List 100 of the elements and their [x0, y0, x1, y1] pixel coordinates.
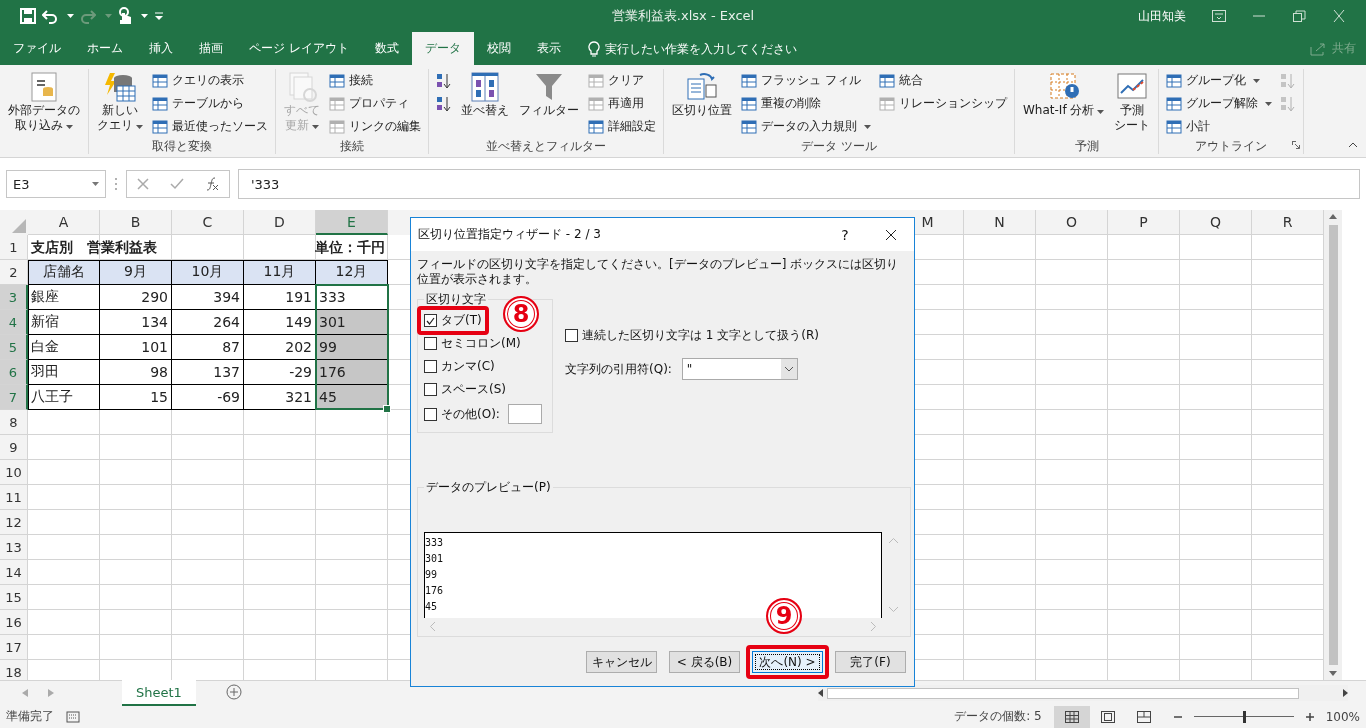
- column-header[interactable]: P: [1108, 210, 1180, 235]
- dialog-button[interactable]: 完了(F): [835, 651, 906, 673]
- caret-icon: [1097, 110, 1105, 114]
- up-arrow-icon: [1329, 214, 1337, 219]
- slider-thumb[interactable]: [1242, 710, 1246, 723]
- row-header[interactable]: 11: [0, 485, 28, 510]
- ribbon-button[interactable]: 外部データの 取り込み: [5, 69, 83, 138]
- column-header[interactable]: B: [100, 210, 172, 235]
- funnel-icon: [533, 71, 565, 103]
- row-header[interactable]: 5: [0, 335, 28, 360]
- tell-me-field[interactable]: 実行したい作業を入力してください: [604, 41, 845, 56]
- ribbon-tab[interactable]: ページ レイアウト: [236, 32, 362, 65]
- row-header[interactable]: 4: [0, 310, 28, 335]
- ribbon-button[interactable]: 統合: [877, 70, 1009, 91]
- previous-sheet-icon: [22, 689, 28, 697]
- ribbon-button[interactable]: テーブルから: [150, 93, 270, 114]
- row-header[interactable]: 16: [0, 610, 28, 635]
- ribbon-button[interactable]: 予測 シート: [1111, 69, 1154, 138]
- ribbon-tab[interactable]: 挿入: [136, 32, 186, 65]
- column-header[interactable]: Q: [1180, 210, 1252, 235]
- table-icon: [152, 72, 168, 89]
- row-header[interactable]: 9: [0, 435, 28, 460]
- ribbon-button[interactable]: 並べ替え: [458, 69, 512, 138]
- column-header[interactable]: A: [28, 210, 100, 235]
- caret-icon: [66, 125, 73, 129]
- row-header[interactable]: 13: [0, 535, 28, 560]
- ribbon-button[interactable]: クエリの表示: [150, 70, 270, 91]
- ribbon-tab[interactable]: 校閲: [473, 32, 524, 65]
- ribbon-button[interactable]: What-If 分析: [1020, 69, 1108, 138]
- row-header[interactable]: 17: [0, 635, 28, 660]
- dialog-button[interactable]: < 戻る(B): [669, 651, 740, 673]
- ribbon-button[interactable]: データの入力規則: [739, 116, 873, 137]
- checkbox[interactable]: その他(O):: [424, 405, 500, 423]
- ribbon-tab[interactable]: 表示: [523, 32, 574, 65]
- ribbon-button[interactable]: 重複の削除: [739, 93, 873, 114]
- table-cell: -29: [244, 360, 316, 385]
- ribbon-button[interactable]: 小計: [1164, 116, 1275, 137]
- row-header[interactable]: 6: [0, 360, 28, 385]
- ribbon-button[interactable]: 詳細設定: [586, 116, 658, 137]
- close-icon: [885, 228, 897, 241]
- dialog-launcher-icon: [1292, 141, 1301, 149]
- row-header[interactable]: 2: [0, 260, 28, 285]
- check-icon: [170, 178, 184, 190]
- row-header[interactable]: 15: [0, 585, 28, 610]
- ribbon-button[interactable]: 最近使ったソース: [150, 116, 270, 137]
- text-field[interactable]: [507, 404, 542, 424]
- checkbox[interactable]: 連続した区切り文字は 1 文字として扱う(R): [565, 327, 819, 344]
- column-header[interactable]: N: [964, 210, 1036, 235]
- ribbon-tab[interactable]: データ: [411, 32, 474, 65]
- table-cell: 394: [172, 285, 244, 310]
- table-icon: [741, 95, 757, 112]
- fill-handle[interactable]: [383, 405, 391, 413]
- column-header[interactable]: D: [244, 210, 316, 235]
- ribbon-button[interactable]: グループ解除: [1164, 93, 1275, 114]
- ribbon-tab[interactable]: 数式: [361, 32, 412, 65]
- row-header[interactable]: 8: [0, 410, 28, 435]
- row-header[interactable]: 7: [0, 385, 28, 410]
- row-header[interactable]: 14: [0, 560, 28, 585]
- checkbox[interactable]: カンマ(C): [424, 358, 546, 375]
- ribbon-tab[interactable]: ファイル: [0, 32, 74, 65]
- row-header[interactable]: 12: [0, 510, 28, 535]
- table-icon: [1166, 95, 1183, 112]
- row-header[interactable]: 10: [0, 460, 28, 485]
- table-cell: 白金: [28, 335, 100, 360]
- name-box[interactable]: E3: [6, 170, 106, 198]
- table-header-cell: 10月: [172, 260, 244, 285]
- column-header[interactable]: C: [172, 210, 244, 235]
- redo-icon: [80, 8, 96, 24]
- checkbox[interactable]: タブ(T): [424, 312, 482, 329]
- table-icon: [1166, 118, 1183, 135]
- preview-line: 301: [425, 552, 444, 566]
- ribbon-button[interactable]: グループ化: [1164, 70, 1275, 91]
- dialog-button[interactable]: キャンセル: [586, 651, 657, 673]
- vertical-scrollbar[interactable]: [1324, 210, 1342, 680]
- formula-field[interactable]: '333: [238, 169, 1360, 199]
- ribbon-tab[interactable]: 描画: [186, 32, 236, 65]
- table-icon: [879, 72, 895, 89]
- ribbon-tab[interactable]: ホーム: [74, 32, 136, 65]
- dropdown-field[interactable]: ": [681, 358, 798, 380]
- cancel-icon: [137, 178, 150, 190]
- ribbon-button[interactable]: 新しい クエリ: [94, 69, 146, 138]
- row-header[interactable]: 3: [0, 285, 28, 310]
- sort-icon: [469, 71, 501, 103]
- help-button[interactable]: ?: [822, 226, 868, 243]
- horizontal-scrollbar[interactable]: [818, 685, 1348, 701]
- column-header[interactable]: O: [1036, 210, 1108, 235]
- function-icon: [204, 177, 219, 191]
- table-cell: 98: [100, 360, 172, 385]
- checkbox[interactable]: スペース(S): [424, 381, 546, 398]
- column-header[interactable]: E: [316, 210, 388, 235]
- sheet-tab[interactable]: Sheet1: [122, 680, 196, 706]
- ribbon-button[interactable]: フィルター: [516, 69, 582, 138]
- ribbon-button[interactable]: フラッシュ フィル: [739, 70, 873, 91]
- zoom-level[interactable]: 100%: [1325, 709, 1360, 724]
- ribbon-button[interactable]: 接続: [327, 70, 423, 91]
- checkbox[interactable]: セミコロン(M): [424, 335, 546, 352]
- dialog-button[interactable]: 次へ(N) >: [752, 651, 823, 673]
- row-header[interactable]: 1: [0, 235, 28, 260]
- user-name[interactable]: 山田知美: [1138, 7, 1186, 25]
- ribbon-button[interactable]: 区切り位置: [669, 69, 735, 138]
